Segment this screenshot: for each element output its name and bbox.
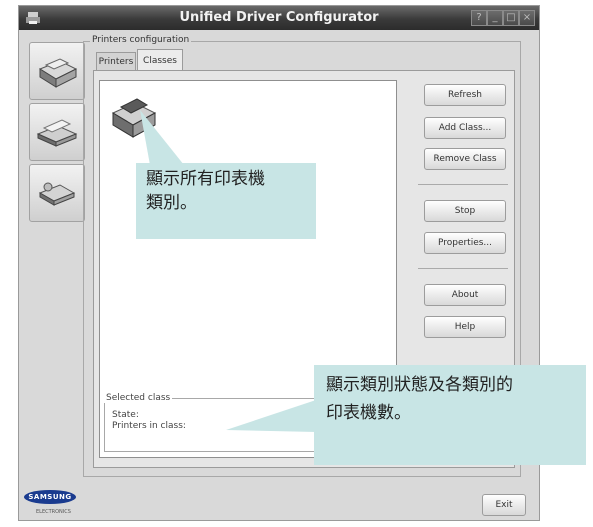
- callout-class-status-line2: 印表機數。: [326, 403, 411, 423]
- callout-class-status-line1: 顯示類別狀態及各類別的: [326, 375, 513, 395]
- callout-class-status: 顯示類別狀態及各類別的 印表機數。: [314, 365, 586, 465]
- callout-tail-list: [140, 110, 184, 165]
- callout-class-list: 顯示所有印表機 類別。: [136, 163, 316, 239]
- callout-class-list-line2: 類別。: [146, 193, 197, 213]
- callout-tail-status: [226, 400, 316, 432]
- callout-class-list-line1: 顯示所有印表機: [146, 169, 265, 189]
